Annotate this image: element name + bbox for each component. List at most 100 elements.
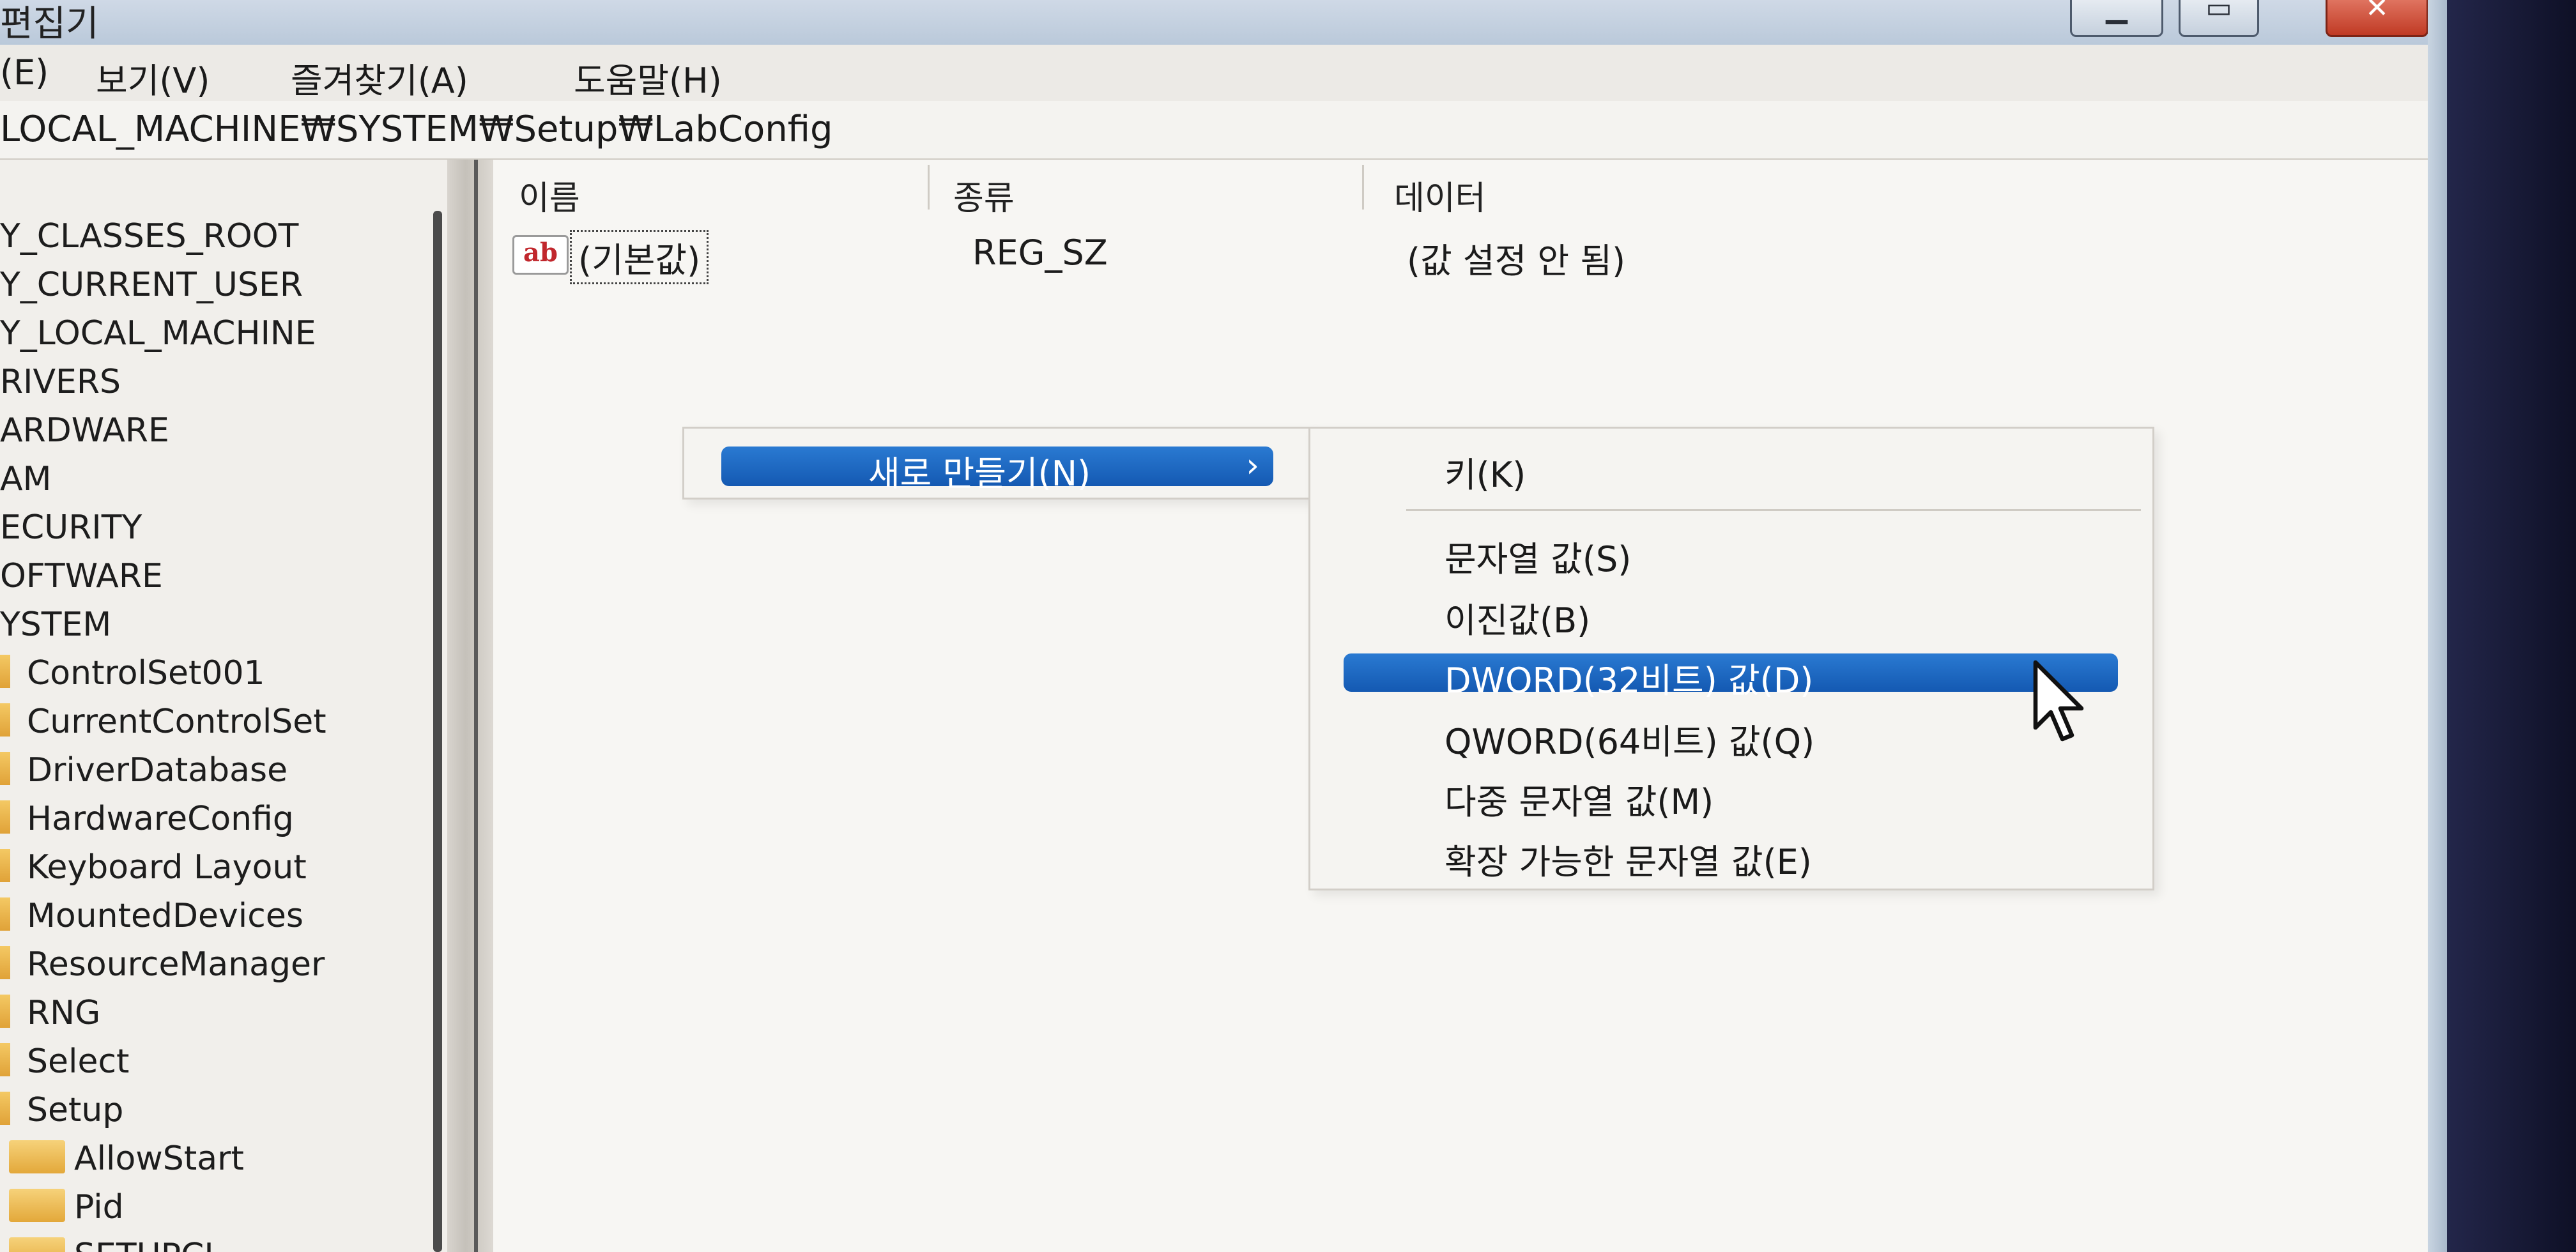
pane-splitter[interactable]	[447, 160, 493, 1252]
tree-item-label: OFTWARE	[0, 557, 163, 595]
tree-item-label: Y_CLASSES_ROOT	[0, 217, 299, 256]
tree-item-label: Keyboard Layout	[27, 848, 307, 887]
column-separator[interactable]	[1362, 165, 1364, 210]
column-header-type[interactable]: 종류	[953, 171, 1015, 219]
folder-icon	[0, 655, 10, 688]
context-menu: 새로 만들기(N) ›	[682, 427, 1312, 500]
title-bar[interactable]: 편집기 ▁ ▭ ✕	[0, 0, 2428, 45]
address-path: LOCAL_MACHINE₩SYSTEM₩Setup₩LabConfig	[0, 109, 833, 150]
tree-item-label: ECURITY	[0, 508, 142, 547]
minimize-icon: ▁	[2106, 0, 2128, 24]
submenu-divider	[1406, 509, 2141, 511]
address-bar[interactable]: LOCAL_MACHINE₩SYSTEM₩Setup₩LabConfig	[0, 101, 2428, 160]
tree-item-label: AllowStart	[74, 1140, 244, 1178]
menu-bar: (E) 보기(V) 즐겨찾기(A) 도움말(H)	[0, 45, 2428, 101]
folder-icon	[0, 946, 10, 979]
mouse-cursor-icon	[2033, 660, 2084, 742]
registry-editor-window: 편집기 ▁ ▭ ✕ (E) 보기(V) 즐겨찾기(A) 도움말(H) LOCAL…	[0, 0, 2447, 1252]
folder-icon	[0, 1092, 10, 1125]
tree-item-label: YSTEM	[0, 606, 112, 644]
window-frame-edge	[2428, 0, 2447, 1252]
tree-item-label: ResourceManager	[27, 945, 325, 984]
maximize-icon: ▭	[2205, 0, 2232, 24]
submenu-item-qword[interactable]: QWORD(64비트) 값(Q)	[1445, 714, 1814, 764]
folder-icon	[9, 1237, 65, 1252]
string-value-icon: ab	[512, 235, 569, 275]
tree-item[interactable]: Y_CURRENT_USER	[0, 266, 303, 304]
menu-item-new[interactable]: 새로 만들기(N) ›	[721, 447, 1273, 494]
submenu-item-expandable-string[interactable]: 확장 가능한 문자열 값(E)	[1445, 834, 1812, 884]
tree-item[interactable]: Y_CLASSES_ROOT	[0, 217, 298, 256]
tree-item-label: RIVERS	[0, 363, 121, 401]
folder-icon	[0, 897, 10, 931]
value-type: REG_SZ	[972, 233, 1108, 273]
tree-item-label: RNG	[27, 994, 101, 1032]
folder-icon	[0, 800, 10, 834]
submenu-item-string[interactable]: 문자열 값(S)	[1445, 531, 1631, 581]
tree-item[interactable]: YSTEM	[0, 606, 111, 644]
tree-item[interactable]: MountedDevices	[0, 897, 303, 935]
tree-item-label: SETUPCI	[74, 1237, 214, 1252]
tree-item[interactable]: ARDWARE	[0, 411, 169, 450]
tree-item-label: MountedDevices	[27, 897, 303, 935]
tree-item[interactable]: ControlSet001	[0, 654, 265, 692]
tree-item[interactable]: HardwareConfig	[0, 800, 294, 838]
table-row[interactable]: ab (기본값) REG_SZ (값 설정 안 됨)	[512, 230, 2365, 284]
folder-icon	[9, 1189, 65, 1222]
key-tree-pane: Y_CLASSES_ROOT Y_CURRENT_USER Y_LOCAL_MA…	[0, 160, 447, 1252]
tree-item-label: DriverDatabase	[27, 751, 288, 790]
tree-item-label: HardwareConfig	[27, 800, 294, 838]
tree-item[interactable]: RNG	[0, 994, 100, 1032]
tree-item-label: Pid	[74, 1188, 124, 1226]
menu-help[interactable]: 도움말(H)	[574, 52, 722, 103]
tree-item-label: Y_CURRENT_USER	[0, 266, 303, 304]
tree-item[interactable]: Select	[0, 1042, 129, 1081]
tree-item-label: Setup	[27, 1091, 124, 1129]
tree-item-label: ControlSet001	[27, 654, 265, 692]
column-header-data[interactable]: 데이터	[1394, 171, 1486, 219]
folder-icon	[0, 703, 10, 737]
tree-item-label: AM	[0, 460, 52, 498]
minimize-button[interactable]: ▁	[2070, 0, 2163, 37]
folder-icon	[0, 849, 10, 882]
menu-favorites[interactable]: 즐겨찾기(A)	[291, 52, 468, 103]
submenu-item-binary[interactable]: 이진값(B)	[1445, 592, 1590, 643]
tree-item[interactable]: DriverDatabase	[0, 751, 288, 790]
folder-icon	[0, 752, 10, 785]
submenu-item-dword-label: DWORD(32비트) 값(D)	[1445, 660, 1814, 701]
new-submenu: 키(K) 문자열 값(S) 이진값(B) DWORD(32비트) 값(D) QW…	[1308, 427, 2154, 890]
tree-item-label: Select	[27, 1042, 130, 1081]
menu-edit[interactable]: (E)	[0, 52, 49, 93]
tree-item[interactable]: ECURITY	[0, 508, 142, 547]
maximize-button[interactable]: ▭	[2179, 0, 2259, 37]
tree-item-label: CurrentControlSet	[27, 703, 326, 741]
value-data: (값 설정 안 됨)	[1407, 241, 1626, 281]
tree-item[interactable]: Keyboard Layout	[0, 848, 307, 887]
menu-view[interactable]: 보기(V)	[96, 52, 210, 103]
tree-item[interactable]: AllowStart	[9, 1140, 244, 1178]
chevron-right-icon: ›	[1246, 447, 1259, 485]
tree-item[interactable]: CurrentControlSet	[0, 703, 326, 741]
column-separator[interactable]	[928, 165, 930, 210]
tree-item[interactable]: Pid	[9, 1188, 124, 1226]
tree-item[interactable]: AM	[0, 460, 51, 498]
close-button[interactable]: ✕	[2326, 0, 2428, 37]
submenu-item-dword[interactable]: DWORD(32비트) 값(D)	[1344, 653, 2118, 701]
tree-item[interactable]: SETUPCI	[9, 1237, 214, 1252]
folder-icon	[0, 995, 10, 1028]
tree-item-label: ARDWARE	[0, 411, 169, 450]
splitter-divider	[474, 160, 478, 1252]
submenu-item-multi-string[interactable]: 다중 문자열 값(M)	[1445, 774, 1713, 824]
tree-item-label: Y_LOCAL_MACHINE	[0, 314, 316, 353]
tree-item[interactable]: ResourceManager	[0, 945, 325, 984]
folder-icon	[9, 1140, 65, 1173]
background-edge	[2447, 0, 2576, 1252]
column-header-name[interactable]: 이름	[519, 171, 580, 219]
tree-item[interactable]: Setup	[0, 1091, 123, 1129]
submenu-item-key[interactable]: 키(K)	[1445, 447, 1526, 497]
folder-icon	[0, 1043, 10, 1076]
tree-item[interactable]: OFTWARE	[0, 557, 163, 595]
tree-item[interactable]: Y_LOCAL_MACHINE	[0, 314, 316, 353]
tree-scrollbar[interactable]	[433, 211, 442, 1252]
tree-item[interactable]: RIVERS	[0, 363, 121, 401]
